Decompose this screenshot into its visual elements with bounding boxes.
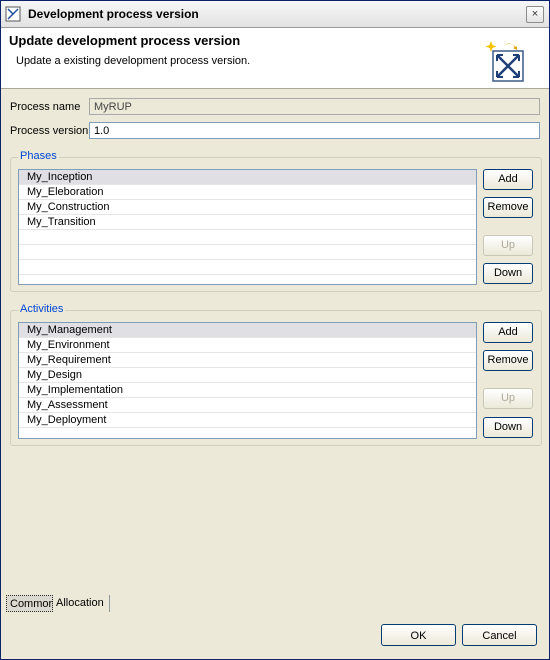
list-item[interactable]: My_Design — [19, 368, 476, 383]
list-item[interactable]: My_Requirement — [19, 353, 476, 368]
activities-group-title: Activities — [18, 303, 66, 315]
list-item[interactable] — [19, 230, 476, 245]
window-title: Development process version — [28, 7, 199, 21]
phases-down-button[interactable]: Down — [483, 263, 533, 284]
list-item[interactable] — [19, 260, 476, 275]
app-icon — [5, 6, 21, 22]
list-item[interactable]: My_Construction — [19, 200, 476, 215]
process-version-label: Process version — [10, 125, 89, 137]
phases-add-button[interactable]: Add — [483, 169, 533, 190]
close-button[interactable]: × — [526, 6, 544, 23]
list-item[interactable]: My_Deployment — [19, 413, 476, 428]
dialog-window: Development process version × Update dev… — [0, 0, 550, 660]
page-description: Update a existing development process ve… — [16, 55, 251, 67]
header-banner: Update development process version Updat… — [1, 28, 549, 89]
list-item[interactable]: My_Transition — [19, 215, 476, 230]
list-item[interactable] — [19, 428, 476, 438]
title-bar[interactable]: Development process version × — [1, 1, 549, 28]
process-name-label: Process name — [10, 101, 81, 113]
process-wizard-icon — [485, 41, 524, 82]
phases-list[interactable]: My_Inception My_Eleboration My_Construct… — [18, 169, 477, 285]
list-item[interactable]: My_Inception — [19, 170, 476, 185]
list-item[interactable]: My_Environment — [19, 338, 476, 353]
phases-up-button[interactable]: Up — [483, 235, 533, 256]
activities-up-button[interactable]: Up — [483, 388, 533, 409]
list-item[interactable] — [19, 275, 476, 284]
list-item[interactable]: My_Management — [19, 323, 476, 338]
list-item[interactable]: My_Eleboration — [19, 185, 476, 200]
activities-down-button[interactable]: Down — [483, 417, 533, 438]
ok-button[interactable]: OK — [381, 624, 456, 646]
tab-allocation[interactable]: Allocation — [53, 595, 110, 612]
phases-remove-button[interactable]: Remove — [483, 197, 533, 218]
tab-common[interactable]: Common — [6, 595, 55, 612]
activities-list[interactable]: My_Management My_Environment My_Requirem… — [18, 322, 477, 439]
activities-add-button[interactable]: Add — [483, 322, 533, 343]
process-name-field[interactable] — [89, 98, 540, 115]
cancel-button[interactable]: Cancel — [462, 624, 537, 646]
list-item[interactable]: My_Implementation — [19, 383, 476, 398]
close-icon: × — [531, 8, 539, 20]
process-version-field[interactable] — [89, 122, 540, 139]
list-item[interactable] — [19, 245, 476, 260]
list-item[interactable]: My_Assessment — [19, 398, 476, 413]
phases-group-title: Phases — [18, 150, 59, 162]
page-title: Update development process version — [9, 33, 241, 48]
activities-remove-button[interactable]: Remove — [483, 350, 533, 371]
